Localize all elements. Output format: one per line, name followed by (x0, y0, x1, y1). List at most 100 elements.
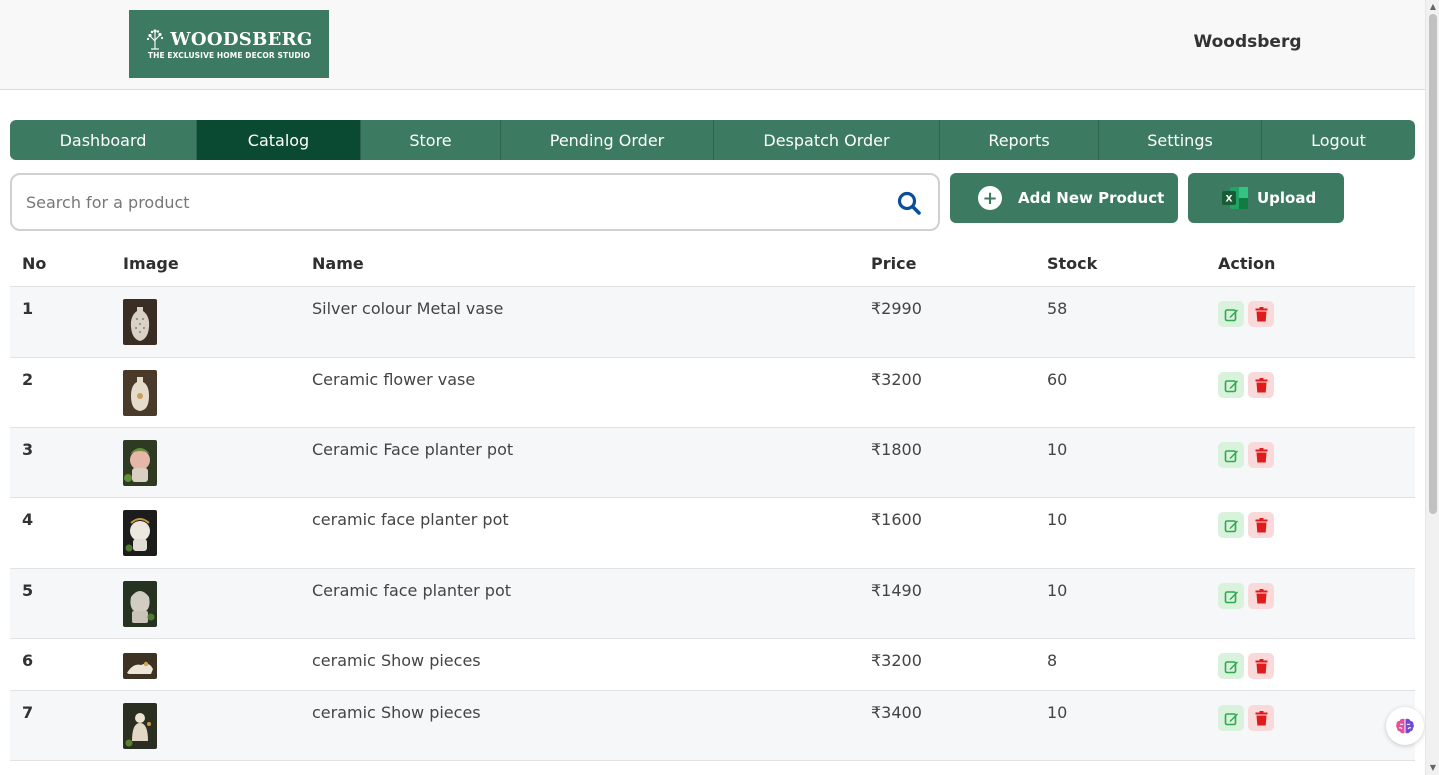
col-header-no[interactable]: No (10, 254, 123, 273)
table-row: 3 Ceramic Face planter pot ₹1800 10 (10, 428, 1415, 498)
excel-icon: X (1222, 187, 1248, 209)
table-row: 1 Silver colour Metal vase ₹2990 58 (10, 287, 1415, 358)
product-image[interactable] (123, 299, 157, 345)
col-header-name[interactable]: Name (312, 254, 871, 273)
nav-item-pending-order[interactable]: Pending Order (501, 120, 714, 160)
delete-button[interactable] (1248, 583, 1274, 609)
row-number: 2 (22, 370, 34, 389)
product-thumbnail-cell (123, 287, 312, 357)
brain-icon (1396, 718, 1414, 734)
vertical-scrollbar[interactable]: ▲ ▼ (1425, 0, 1439, 775)
product-price: ₹3200 (871, 370, 922, 389)
brand-logo[interactable]: WOODSBERG THE EXCLUSIVE HOME DECOR STUDI… (129, 10, 329, 78)
edit-button[interactable] (1218, 442, 1244, 468)
search-icon[interactable] (896, 190, 922, 216)
row-actions (1218, 428, 1415, 497)
delete-button[interactable] (1248, 653, 1274, 679)
product-name: Ceramic face planter pot (312, 581, 512, 600)
svg-text:X: X (1226, 195, 1233, 205)
delete-button[interactable] (1248, 705, 1274, 731)
row-number: 7 (22, 703, 34, 722)
product-stock: 10 (1047, 581, 1068, 600)
trash-icon (1255, 588, 1267, 603)
trash-icon (1255, 377, 1267, 392)
col-header-image: Image (123, 253, 179, 273)
trash-icon (1255, 306, 1267, 321)
top-header: WOODSBERG THE EXCLUSIVE HOME DECOR STUDI… (0, 0, 1425, 90)
nav-item-logout[interactable]: Logout (1262, 120, 1415, 160)
trash-icon (1255, 658, 1267, 673)
product-price: ₹1600 (871, 510, 922, 529)
col-header-action: Action (1218, 253, 1276, 273)
search-box (10, 173, 940, 231)
row-number: 5 (22, 581, 34, 600)
edit-button[interactable] (1218, 372, 1244, 398)
edit-button[interactable] (1218, 512, 1244, 538)
table-row: 7 ceramic Show pieces ₹3400 10 (10, 691, 1415, 761)
product-image[interactable] (123, 440, 157, 486)
product-thumbnail-cell (123, 428, 312, 497)
trash-icon (1255, 517, 1267, 532)
ai-assistant-button[interactable] (1386, 707, 1424, 745)
trash-icon (1255, 447, 1267, 462)
delete-button[interactable] (1248, 442, 1274, 468)
edit-button[interactable] (1218, 705, 1244, 731)
product-price: ₹3200 (871, 651, 922, 670)
scrollbar-thumb[interactable] (1429, 14, 1437, 514)
add-new-product-label: Add New Product (1018, 189, 1165, 207)
nav-item-settings[interactable]: Settings (1099, 120, 1262, 160)
nav-item-store[interactable]: Store (361, 120, 501, 160)
upload-button[interactable]: X Upload (1188, 173, 1344, 223)
product-image[interactable] (123, 370, 157, 416)
edit-button[interactable] (1218, 653, 1244, 679)
product-image[interactable] (123, 510, 157, 556)
product-name: ceramic Show pieces (312, 651, 481, 670)
search-input[interactable] (26, 175, 876, 229)
product-stock: 8 (1047, 651, 1058, 670)
product-price: ₹1800 (871, 440, 922, 459)
delete-button[interactable] (1248, 372, 1274, 398)
edit-icon (1224, 519, 1238, 532)
row-number: 6 (22, 651, 34, 670)
product-thumbnail-cell (123, 498, 312, 568)
table-header: No Image Name Price Stock Action (10, 240, 1415, 287)
col-header-stock[interactable]: Stock (1047, 254, 1218, 273)
product-name: ceramic face planter pot (312, 510, 509, 529)
edit-button[interactable] (1218, 583, 1244, 609)
add-new-product-button[interactable]: + Add New Product (950, 173, 1178, 223)
main-nav: Dashboard Catalog Store Pending Order De… (10, 120, 1415, 160)
nav-item-reports[interactable]: Reports (940, 120, 1099, 160)
edit-icon (1224, 308, 1238, 321)
col-header-price[interactable]: Price (871, 254, 1047, 273)
row-actions (1218, 358, 1415, 427)
nav-item-dashboard[interactable]: Dashboard (10, 120, 197, 160)
user-name[interactable]: Woodsberg (1190, 32, 1305, 52)
product-stock: 58 (1047, 299, 1068, 318)
product-name: ceramic Show pieces (312, 703, 481, 722)
row-number: 3 (22, 440, 34, 459)
scroll-up-icon[interactable]: ▲ (1429, 3, 1437, 11)
product-stock: 10 (1047, 440, 1068, 459)
product-table: No Image Name Price Stock Action 1 Silve… (10, 240, 1415, 761)
nav-item-despatch-order[interactable]: Despatch Order (714, 120, 940, 160)
product-thumbnail-cell (123, 691, 312, 760)
table-row: 4 ceramic face planter pot ₹1600 10 (10, 498, 1415, 569)
edit-icon (1224, 712, 1238, 725)
product-price: ₹2990 (871, 299, 922, 318)
trash-icon (1255, 710, 1267, 725)
product-image[interactable] (123, 653, 157, 679)
product-image[interactable] (123, 703, 157, 749)
logo-row: WOODSBERG (145, 28, 312, 50)
row-actions (1218, 639, 1415, 690)
product-image[interactable] (123, 581, 157, 627)
delete-button[interactable] (1248, 301, 1274, 327)
nav-item-catalog[interactable]: Catalog (197, 120, 361, 160)
product-name: Silver colour Metal vase (312, 299, 504, 318)
edit-button[interactable] (1218, 301, 1244, 327)
edit-icon (1224, 449, 1238, 462)
table-row: 5 Ceramic face planter pot ₹1490 10 (10, 569, 1415, 639)
product-price: ₹3400 (871, 703, 922, 722)
delete-button[interactable] (1248, 512, 1274, 538)
scroll-down-icon[interactable]: ▼ (1429, 764, 1437, 772)
upload-label: Upload (1257, 189, 1317, 207)
